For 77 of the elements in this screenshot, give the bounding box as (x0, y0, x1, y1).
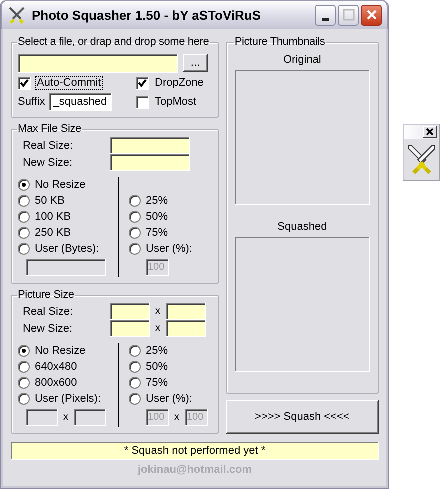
close-button[interactable] (361, 4, 382, 26)
radio-label[interactable]: 50% (146, 211, 168, 223)
browse-button[interactable]: ... (183, 54, 208, 72)
radio-button[interactable] (18, 243, 30, 255)
radio-label[interactable]: User (Pixels): (35, 393, 102, 405)
new-size-label: New Size: (23, 322, 74, 334)
real-height-field[interactable] (166, 303, 206, 320)
radio-button[interactable] (18, 377, 30, 389)
radio-label[interactable]: 100 KB (35, 211, 72, 223)
times-sign: x (154, 323, 162, 334)
footer-email: jokinau@hotmail.com (136, 464, 254, 476)
file-path-field[interactable] (18, 54, 178, 73)
real-width-field[interactable] (110, 303, 150, 320)
times-sign: x (154, 306, 162, 317)
group-title: Picture Size (17, 289, 76, 301)
radio-label[interactable]: 800x600 (35, 377, 78, 389)
radio-button[interactable] (129, 227, 141, 239)
radio-button[interactable] (18, 179, 30, 191)
suffix-label: Suffix (18, 96, 46, 108)
times-sign: x (62, 412, 70, 422)
real-size-field[interactable] (110, 137, 190, 154)
radio-button[interactable] (18, 345, 30, 357)
real-size-label: Real Size: (23, 306, 74, 318)
checkbox-label[interactable]: DropZone (153, 76, 206, 90)
minimize-icon (322, 18, 329, 20)
radio-label[interactable]: 75% (146, 227, 168, 239)
checkbox[interactable] (18, 76, 31, 90)
radio-button[interactable] (18, 393, 30, 405)
checkbox-label[interactable]: Auto-Commit (35, 76, 104, 90)
radio-button[interactable] (129, 377, 141, 389)
squash-button[interactable]: >>>> Squash <<<< (226, 400, 379, 434)
radio-button[interactable] (129, 361, 141, 373)
radio-label[interactable]: No Resize (35, 179, 86, 191)
group-title: Max File Size (17, 123, 82, 135)
radio-button[interactable] (18, 195, 30, 207)
checkbox-label[interactable]: TopMost (153, 95, 199, 109)
radio-label[interactable]: No Resize (35, 345, 86, 357)
suffix-field[interactable]: _squashed (49, 93, 112, 111)
swords-icon (8, 6, 26, 24)
drop-zone-widget[interactable] (403, 124, 440, 181)
window-title: Photo Squasher 1.50 - bY aSToViRuS (32, 8, 262, 22)
close-icon (366, 9, 378, 21)
status-bar: * Squash not performed yet * (11, 442, 379, 460)
times-sign: x (174, 412, 180, 422)
radio-button[interactable] (129, 243, 141, 255)
radio-label[interactable]: 250 KB (35, 227, 72, 239)
radio-label[interactable]: User (%): (146, 393, 192, 405)
radio-label[interactable]: 50 KB (35, 195, 65, 207)
radio-button[interactable] (18, 361, 30, 373)
new-size-field[interactable] (110, 154, 190, 171)
radio-button[interactable] (129, 211, 141, 223)
radio-button[interactable] (129, 393, 141, 405)
radio-label[interactable]: 50% (146, 361, 168, 373)
close-icon (426, 128, 434, 136)
radio-button[interactable] (18, 211, 30, 223)
new-width-field[interactable] (110, 320, 150, 337)
minimize-button[interactable] (315, 4, 336, 26)
radio-label[interactable]: 75% (146, 377, 168, 389)
real-size-label: Real Size: (23, 140, 74, 152)
group-title: Picture Thumbnails (234, 36, 326, 48)
radio-label[interactable]: 640x480 (35, 361, 78, 373)
squashed-label: Squashed (278, 221, 328, 233)
group-title: Select a file, or drap and drop some here (17, 36, 210, 48)
checkbox[interactable] (136, 76, 149, 90)
new-size-label: New Size: (23, 156, 74, 168)
radio-label[interactable]: 25% (146, 195, 168, 207)
radio-button[interactable] (129, 195, 141, 207)
maximize-icon (342, 9, 354, 21)
swords-icon (406, 143, 438, 175)
radio-label[interactable]: User (Bytes): (35, 243, 100, 255)
radio-label[interactable]: User (%): (146, 243, 192, 255)
new-height-field[interactable] (166, 320, 206, 337)
original-label: Original (283, 54, 322, 66)
checkbox[interactable] (136, 96, 149, 108)
radio-label[interactable]: 25% (146, 345, 168, 357)
radio-button[interactable] (18, 227, 30, 239)
radio-button[interactable] (129, 345, 141, 357)
